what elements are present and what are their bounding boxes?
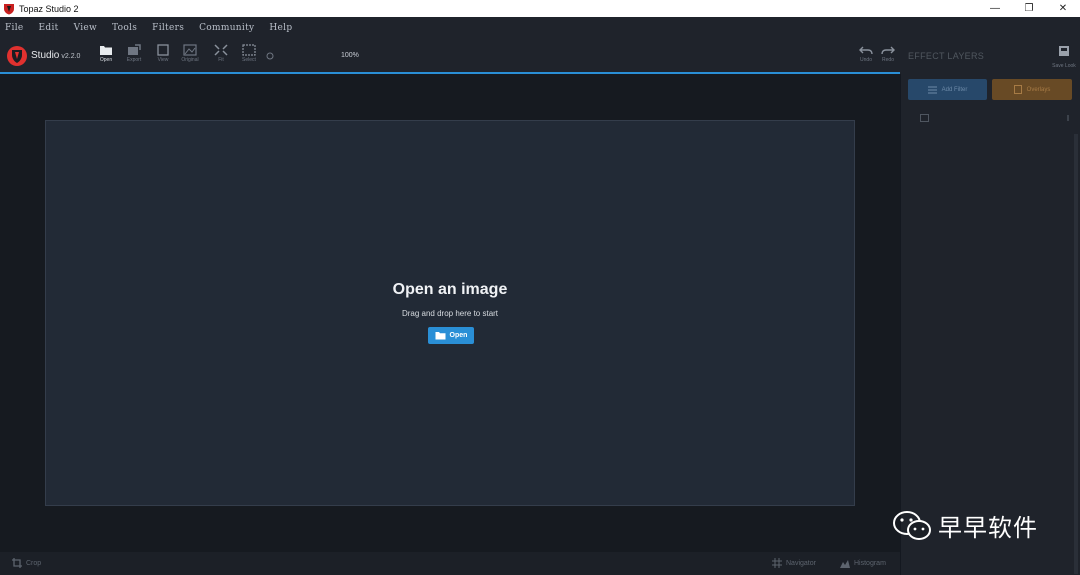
- brush-icon: [1013, 85, 1022, 94]
- histogram-icon: [840, 560, 850, 568]
- menu-edit[interactable]: Edit: [39, 23, 59, 33]
- effect-layers-title: EFFECT LAYERS: [908, 51, 985, 61]
- fit-tool-button[interactable]: Fit: [208, 44, 234, 63]
- restore-button[interactable]: ❐: [1012, 0, 1046, 17]
- histogram-button[interactable]: Histogram: [840, 558, 886, 568]
- empty-state-subtitle: Drag and drop here to start: [401, 309, 499, 318]
- image-layer-icon: [920, 114, 929, 122]
- folder-icon: [435, 332, 446, 340]
- crop-icon: [12, 558, 22, 568]
- navigator-button[interactable]: Navigator: [772, 558, 816, 568]
- select-icon: [242, 44, 256, 56]
- save-look-button[interactable]: Save Look: [1048, 44, 1080, 69]
- overlays-button[interactable]: Overlays: [992, 79, 1072, 100]
- effect-layers-panel: Add Filter Overlays: [900, 74, 1080, 575]
- menu-file[interactable]: File: [5, 23, 24, 33]
- main-workspace: Open an image Drag and drop here to star…: [0, 74, 900, 552]
- bottom-bar: Crop Navigator Histogram: [0, 552, 900, 575]
- minimize-button[interactable]: —: [978, 0, 1012, 17]
- window-controls: — ❐ ✕: [978, 0, 1080, 17]
- redo-button[interactable]: Redo: [875, 44, 901, 63]
- view-icon: [157, 44, 169, 56]
- menu-community[interactable]: Community: [199, 23, 254, 33]
- circle-icon[interactable]: [266, 52, 274, 60]
- menu-bar: File Edit View Tools Filters Community H…: [0, 17, 1080, 39]
- app-version: v2.2.0: [61, 53, 81, 60]
- app-name: Studio v2.2.0: [31, 50, 81, 61]
- zoom-level[interactable]: 100%: [341, 52, 359, 59]
- folder-icon: [100, 46, 112, 55]
- image-icon: [183, 44, 197, 56]
- undo-icon: [859, 46, 873, 55]
- open-image-button[interactable]: Open: [428, 327, 474, 344]
- save-look-icon: [1059, 46, 1069, 56]
- crop-button[interactable]: Crop: [12, 558, 41, 568]
- grid-icon: [772, 558, 782, 568]
- menu-help[interactable]: Help: [269, 23, 292, 33]
- image-drop-zone[interactable]: Open an image Drag and drop here to star…: [45, 120, 855, 506]
- export-icon: [128, 44, 141, 55]
- add-filter-button[interactable]: Add Filter: [908, 79, 987, 100]
- original-tool-button[interactable]: Original: [177, 44, 203, 63]
- window-title: Topaz Studio 2: [19, 3, 79, 14]
- toolbar: Studio v2.2.0 Open Export View Original F…: [0, 39, 900, 72]
- menu-filters[interactable]: Filters: [152, 23, 184, 33]
- layer-options-icon[interactable]: [1066, 114, 1070, 122]
- layer-row[interactable]: [908, 110, 1072, 128]
- watermark: 早早软件: [892, 508, 1038, 543]
- watermark-text: 早早软件: [938, 514, 1038, 542]
- fit-icon: [214, 44, 228, 56]
- close-button[interactable]: ✕: [1046, 0, 1080, 17]
- select-tool-button[interactable]: Select: [236, 44, 262, 63]
- panel-scrollbar[interactable]: [1074, 134, 1078, 574]
- layers-icon: [927, 86, 937, 93]
- wechat-icon: [893, 510, 931, 540]
- panel-divider: [900, 74, 901, 575]
- empty-state-title: Open an image: [392, 281, 508, 298]
- window-title-bar: Topaz Studio 2 — ❐ ✕: [0, 0, 1080, 17]
- menu-view[interactable]: View: [74, 23, 97, 33]
- topaz-logo-icon: [4, 3, 14, 14]
- studio-logo-icon: [7, 46, 27, 66]
- export-tool-button[interactable]: Export: [121, 44, 147, 63]
- open-tool-button[interactable]: Open: [93, 44, 119, 63]
- menu-tools[interactable]: Tools: [112, 23, 137, 33]
- redo-icon: [881, 46, 895, 55]
- view-tool-button[interactable]: View: [150, 44, 176, 63]
- effect-layers-header: EFFECT LAYERS Save Look: [900, 39, 1080, 74]
